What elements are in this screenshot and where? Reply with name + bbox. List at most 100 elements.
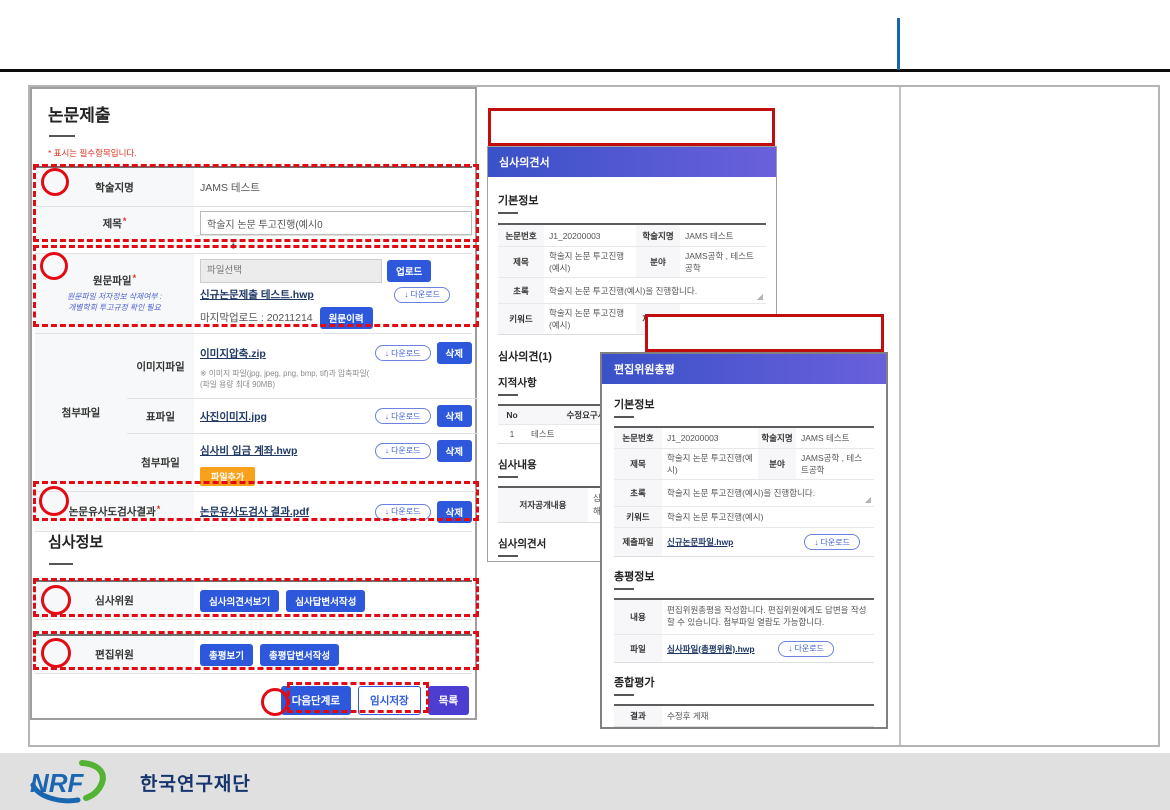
basic-info-title: 기본정보 (614, 396, 874, 412)
table-file-link[interactable]: 사진이미지.jpg (200, 409, 369, 424)
author-open-label: 저자공개내용 (498, 488, 588, 522)
overall-eval-underline (614, 694, 634, 696)
basic-info-table: 논문번호 J1_20200003 학술지명 JAMS 테스트 제목 학술지 논문… (614, 426, 874, 557)
overall-eval-title: 종합평가 (614, 674, 874, 690)
table-row: 내용 편집위원총평을 작성합니다. 편집위원에게도 답변을 작성할 수 있습니다… (614, 600, 874, 635)
annotation-dashed-actions (287, 682, 429, 713)
abstract-value: 학술지 논문 투고진행(예시)을 진행합니다. (667, 487, 815, 499)
field-value: JAMS공학 , 테스트공학 (796, 449, 874, 479)
review-info-title: 심사정보 (48, 531, 103, 552)
frame-column-divider (899, 87, 901, 745)
issues-col-no: No (498, 406, 526, 424)
callout-box-top (488, 108, 775, 146)
issues-underline (498, 394, 518, 396)
opinion-doc-underline (498, 555, 518, 557)
summary-info-underline (614, 588, 634, 590)
issue-row-no: 1 (498, 425, 526, 443)
image-file-label: 이미지파일 (127, 334, 194, 398)
annotation-circle-5 (41, 638, 71, 668)
annotation-dashed-original-file (33, 245, 479, 327)
journal-name-label: 학술지명 (758, 428, 796, 448)
org-name: 한국연구재단 (140, 769, 251, 796)
annotation-circle-1 (41, 168, 69, 196)
editor-summary-panel: 편집위원총평 기본정보 논문번호 J1_20200003 학술지명 JAMS 테… (600, 352, 888, 729)
paper-title-label: 제목 (614, 449, 662, 479)
table-row: 파일 심사파일(총평위원).hwp ↓ 다운로드 (614, 635, 874, 662)
eval-result-value: 수정후 게재 (662, 706, 874, 726)
required-note: * 표시는 필수항목입니다. (48, 147, 137, 159)
journal-name-value: JAMS 테스트 (680, 225, 766, 246)
review-info-underline (49, 563, 73, 565)
delete-button[interactable]: 삭제 (437, 342, 472, 364)
table-file-label: 표파일 (127, 399, 194, 433)
overall-eval-table: 결과 수정후 게재 (614, 704, 874, 727)
paper-no-value: J1_20200003 (544, 225, 636, 246)
annotation-dashed-editor (33, 631, 479, 670)
annotation-circle-3 (39, 486, 69, 516)
attachments-label: 첨부파일 (35, 334, 127, 492)
annotation-dashed-reviewer (33, 578, 479, 617)
keyword-value: 학술지 논문 투고진행(예시) (544, 304, 636, 334)
table-row: 논문번호 J1_20200003 학술지명 JAMS 테스트 (498, 225, 766, 247)
svg-text:NRF: NRF (30, 768, 85, 798)
delete-button[interactable]: 삭제 (437, 440, 472, 462)
page: 논문제출 * 표시는 필수항목입니다. 학술지명 JAMS 테스트 제목* ⋮ … (0, 0, 1170, 810)
annotation-circle-6 (261, 688, 289, 716)
paper-no-label: 논문번호 (498, 225, 544, 246)
summary-content-value: 편집위원총평을 작성합니다. 편집위원에게도 답변을 작성할 수 있습니다. 첨… (662, 600, 874, 634)
download-button[interactable]: ↓ 다운로드 (804, 534, 860, 550)
resize-handle-icon (864, 496, 871, 503)
image-file-link[interactable]: 이미지압축.zip (200, 346, 369, 361)
header-divider-line (0, 69, 1170, 72)
submit-file-link[interactable]: 신규논문파일.hwp (667, 536, 733, 548)
journal-name-label: 학술지명 (636, 225, 680, 246)
basic-info-title: 기본정보 (498, 192, 766, 208)
basic-info-underline (498, 212, 518, 214)
summary-info-title: 총평정보 (614, 568, 874, 584)
keyword-label: 키워드 (614, 507, 662, 527)
list-button[interactable]: 목록 (428, 686, 469, 715)
etc-file-link[interactable]: 심사비 입금 계좌.hwp (200, 443, 369, 458)
summary-file-link[interactable]: 심사파일(총평위원).hwp (667, 643, 755, 655)
abstract-value: 학술지 논문 투고진행(예시)을 진행합니다. (549, 285, 697, 297)
paper-no-label: 논문번호 (614, 428, 662, 448)
paper-no-value: J1_20200003 (662, 428, 758, 448)
download-button[interactable]: ↓ 다운로드 (375, 345, 431, 361)
resize-handle-icon (756, 293, 763, 300)
field-value: JAMS공학 , 테스트공학 (680, 247, 766, 277)
field-label: 분야 (758, 449, 796, 479)
delete-button[interactable]: 삭제 (437, 405, 472, 427)
basic-info-underline (614, 416, 634, 418)
annotation-circle-4 (41, 585, 71, 615)
image-file-row: 이미지파일 이미지압축.zip ↓ 다운로드 삭제 ※ 이미지 파일(jpg, … (127, 334, 478, 399)
table-row: 제출파일 신규논문파일.hwp ↓ 다운로드 (614, 528, 874, 556)
annotation-dashed-title-rows (33, 164, 479, 242)
keyword-label: 키워드 (498, 304, 544, 334)
table-row: 초록 학술지 논문 투고진행(예시)을 진행합니다. (614, 480, 874, 507)
download-button[interactable]: ↓ 다운로드 (375, 443, 431, 459)
review-content-underline (498, 476, 518, 478)
editor-summary-header: 편집위원총평 (602, 354, 886, 384)
summary-file-label: 파일 (614, 635, 662, 662)
table-file-row: 표파일 사진이미지.jpg ↓ 다운로드 삭제 (127, 399, 478, 434)
summary-content-label: 내용 (614, 600, 662, 634)
nrf-logo-icon: NRF (26, 760, 130, 804)
summary-info-table: 내용 편집위원총평을 작성합니다. 편집위원에게도 답변을 작성할 수 있습니다… (614, 598, 874, 663)
abstract-label: 초록 (614, 480, 662, 506)
table-row: 제목 학술지 논문 투고진행(예시) 분야 JAMS공학 , 테스트공학 (498, 247, 766, 278)
table-row: 논문번호 J1_20200003 학술지명 JAMS 테스트 (614, 428, 874, 449)
attachments-group: 첨부파일 이미지파일 이미지압축.zip ↓ 다운로드 삭제 ※ 이미지 파일(… (35, 334, 472, 492)
download-button[interactable]: ↓ 다운로드 (375, 408, 431, 424)
paper-title-label: 제목 (498, 247, 544, 277)
eval-result-label: 결과 (614, 706, 662, 726)
page-title: 논문제출 (48, 101, 111, 126)
table-row: 제목 학술지 논문 투고진행(예시) 분야 JAMS공학 , 테스트공학 (614, 449, 874, 480)
review-opinion-header: 심사의견서 (488, 147, 776, 177)
journal-name-value: JAMS 테스트 (796, 428, 874, 448)
download-button[interactable]: ↓ 다운로드 (778, 641, 834, 657)
annotation-circle-2 (40, 252, 68, 280)
header-blue-tick (897, 18, 900, 70)
title-underline (49, 135, 75, 137)
callout-box-middle (645, 314, 884, 352)
abstract-label: 초록 (498, 278, 544, 303)
